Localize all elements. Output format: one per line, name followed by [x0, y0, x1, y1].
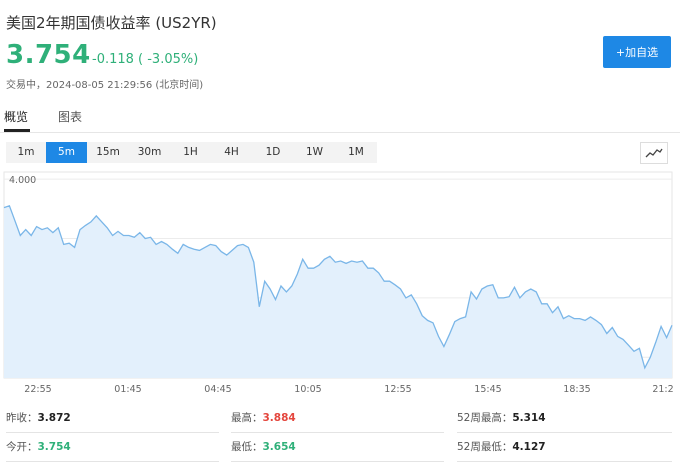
stats-row: 今开：3.754 最低：3.654 52周最低：4.127	[0, 433, 680, 461]
x-tick-label: 21:2	[652, 384, 673, 395]
price-chart[interactable]: 4.0003.9003.8003.70022:5501:4504:4510:05…	[0, 168, 680, 398]
row-divider	[6, 461, 219, 462]
x-tick-label: 10:05	[294, 384, 321, 395]
x-tick-label: 18:35	[563, 384, 590, 395]
x-tick-label: 12:55	[384, 384, 411, 395]
interval-1d[interactable]: 1D	[252, 142, 294, 163]
x-tick-label: 15:45	[474, 384, 501, 395]
page-title: 美国2年期国债收益率 (US2YR)	[6, 12, 217, 33]
stat-high: 最高：3.884	[231, 412, 296, 424]
interval-selector: 1m 5m 15m 30m 1H 4H 1D 1W 1M	[6, 142, 377, 163]
add-to-watchlist-button[interactable]: +加自选	[603, 36, 671, 68]
trading-status: 交易中，2024-08-05 21:29:56 (北京时间)	[6, 80, 204, 91]
price-change: -0.118 ( -3.05%)	[92, 52, 199, 67]
instrument-name: 美国2年期国债收益率	[6, 14, 151, 32]
stat-52w-low: 52周最低：4.127	[457, 441, 546, 453]
interval-1month[interactable]: 1M	[335, 142, 377, 163]
stat-prev-close: 昨收：3.872	[6, 412, 71, 424]
stats-row: 昨收：3.872 最高：3.884 52周最高：5.314	[0, 404, 680, 432]
interval-15m[interactable]: 15m	[87, 142, 129, 163]
interval-1w[interactable]: 1W	[294, 142, 335, 163]
interval-30m[interactable]: 30m	[129, 142, 170, 163]
series-area	[4, 205, 672, 378]
interval-1h[interactable]: 1H	[170, 142, 211, 163]
row-divider	[231, 461, 444, 462]
tab-bar: 概览 图表	[0, 102, 680, 133]
current-price: 3.754	[6, 40, 91, 70]
stat-low: 最低：3.654	[231, 441, 296, 453]
instrument-symbol: (US2YR)	[155, 14, 217, 32]
stat-52w-high: 52周最高：5.314	[457, 412, 546, 424]
x-tick-label: 04:45	[204, 384, 231, 395]
x-tick-label: 22:55	[24, 384, 51, 395]
price-chart-svg: 4.0003.9003.8003.70022:5501:4504:4510:05…	[3, 171, 674, 395]
x-tick-label: 01:45	[114, 384, 141, 395]
line-chart-icon	[645, 148, 663, 158]
interval-1m[interactable]: 1m	[6, 142, 46, 163]
row-divider	[457, 461, 672, 462]
tab-chart[interactable]: 图表	[58, 108, 82, 125]
tab-overview[interactable]: 概览	[4, 108, 28, 125]
active-tab-indicator	[4, 129, 30, 132]
stat-open: 今开：3.754	[6, 441, 71, 453]
y-tick-label: 4.000	[9, 175, 36, 186]
interval-5m[interactable]: 5m	[46, 142, 87, 163]
chart-type-button[interactable]	[640, 142, 668, 164]
interval-4h[interactable]: 4H	[211, 142, 252, 163]
